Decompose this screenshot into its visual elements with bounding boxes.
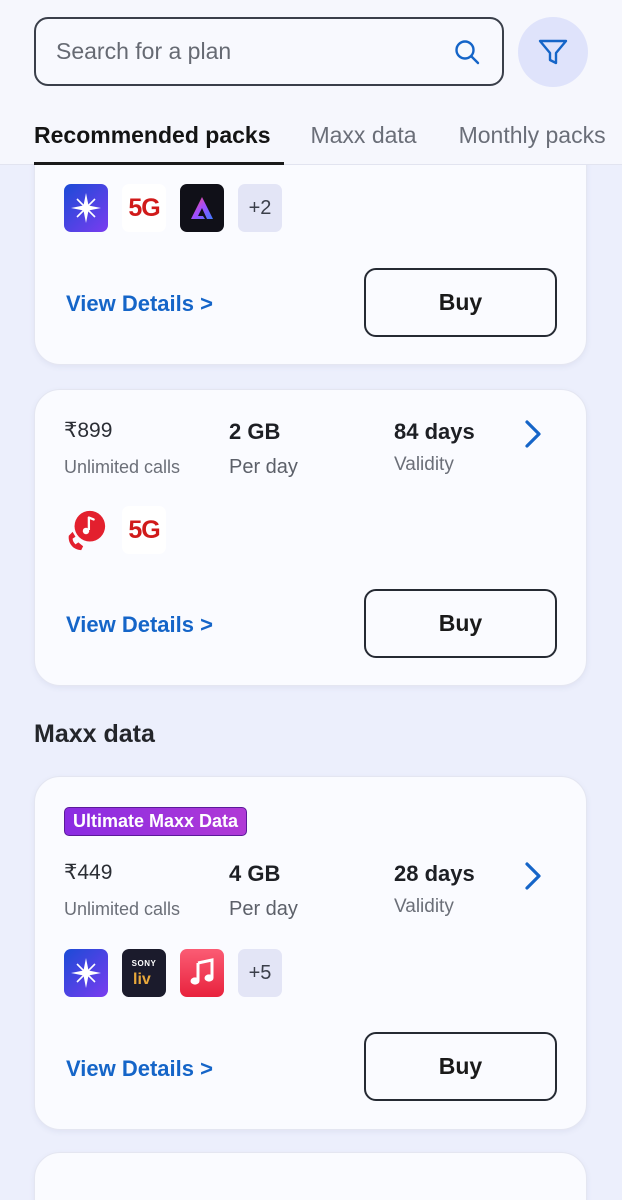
- more-benefits-count[interactable]: +5: [238, 949, 282, 997]
- benefit-icons-row: 5G +2: [64, 184, 282, 232]
- plan-data: 4 GB: [229, 861, 281, 886]
- adobe-express-icon: [180, 184, 224, 232]
- plan-card-partial[interactable]: [34, 1152, 587, 1200]
- buy-button[interactable]: Buy: [364, 1032, 557, 1101]
- header: Recommended packs Maxx data Monthly pack…: [0, 0, 622, 165]
- star-hotstar-icon: [64, 949, 108, 997]
- music-call-icon: [64, 506, 108, 554]
- svg-text:liv: liv: [133, 971, 151, 988]
- benefit-icons-row: 5G: [64, 506, 166, 554]
- buy-button[interactable]: Buy: [364, 589, 557, 658]
- apple-music-icon: [180, 949, 224, 997]
- plan-validity-sub: Validity: [394, 454, 454, 475]
- plan-data-sub: Per day: [229, 456, 298, 478]
- 5g-icon: 5G: [122, 184, 166, 232]
- plan-card-recommended-2[interactable]: ₹899 Unlimited calls 2 GB Per day 84 day…: [34, 389, 587, 686]
- plan-calls: Unlimited calls: [64, 899, 181, 919]
- search-bar[interactable]: [34, 17, 504, 86]
- plan-price: ₹449: [64, 861, 113, 884]
- plan-calls: Unlimited calls: [64, 457, 181, 477]
- search-input[interactable]: [56, 38, 452, 65]
- search-icon[interactable]: [452, 37, 482, 67]
- plan-validity: 84 days: [394, 419, 475, 444]
- plan-data-sub: Per day: [229, 898, 298, 920]
- star-hotstar-icon: [64, 184, 108, 232]
- ultimate-maxx-badge: Ultimate Maxx Data: [64, 807, 248, 836]
- plan-validity-sub: Validity: [394, 896, 454, 917]
- view-details-link[interactable]: View Details >: [66, 291, 213, 317]
- buy-button[interactable]: Buy: [364, 268, 557, 337]
- plan-card-maxx-data[interactable]: Ultimate Maxx Data ₹449 Unlimited calls …: [34, 776, 587, 1130]
- filter-icon: [538, 39, 568, 65]
- tab-maxx-data[interactable]: Maxx data: [310, 108, 416, 165]
- chevron-right-icon[interactable]: [521, 860, 545, 892]
- plan-tabs: Recommended packs Maxx data Monthly pack…: [34, 108, 622, 165]
- plan-price: ₹899: [64, 419, 113, 442]
- view-details-link[interactable]: View Details >: [66, 1056, 213, 1082]
- plan-validity: 28 days: [394, 861, 475, 886]
- filter-button[interactable]: [518, 17, 588, 87]
- section-title-maxx-data: Maxx data: [34, 720, 155, 748]
- chevron-right-icon[interactable]: [521, 418, 545, 450]
- tab-monthly-packs[interactable]: Monthly packs: [459, 108, 606, 165]
- sony-liv-icon: SONY liv: [122, 949, 166, 997]
- more-benefits-count[interactable]: +2: [238, 184, 282, 232]
- view-details-link[interactable]: View Details >: [66, 612, 213, 638]
- plan-data: 2 GB: [229, 419, 281, 444]
- benefit-icons-row: SONY liv +5: [64, 949, 282, 997]
- sony-label: SONY: [131, 958, 157, 968]
- tab-recommended-packs[interactable]: Recommended packs: [34, 108, 285, 165]
- 5g-icon: 5G: [122, 506, 166, 554]
